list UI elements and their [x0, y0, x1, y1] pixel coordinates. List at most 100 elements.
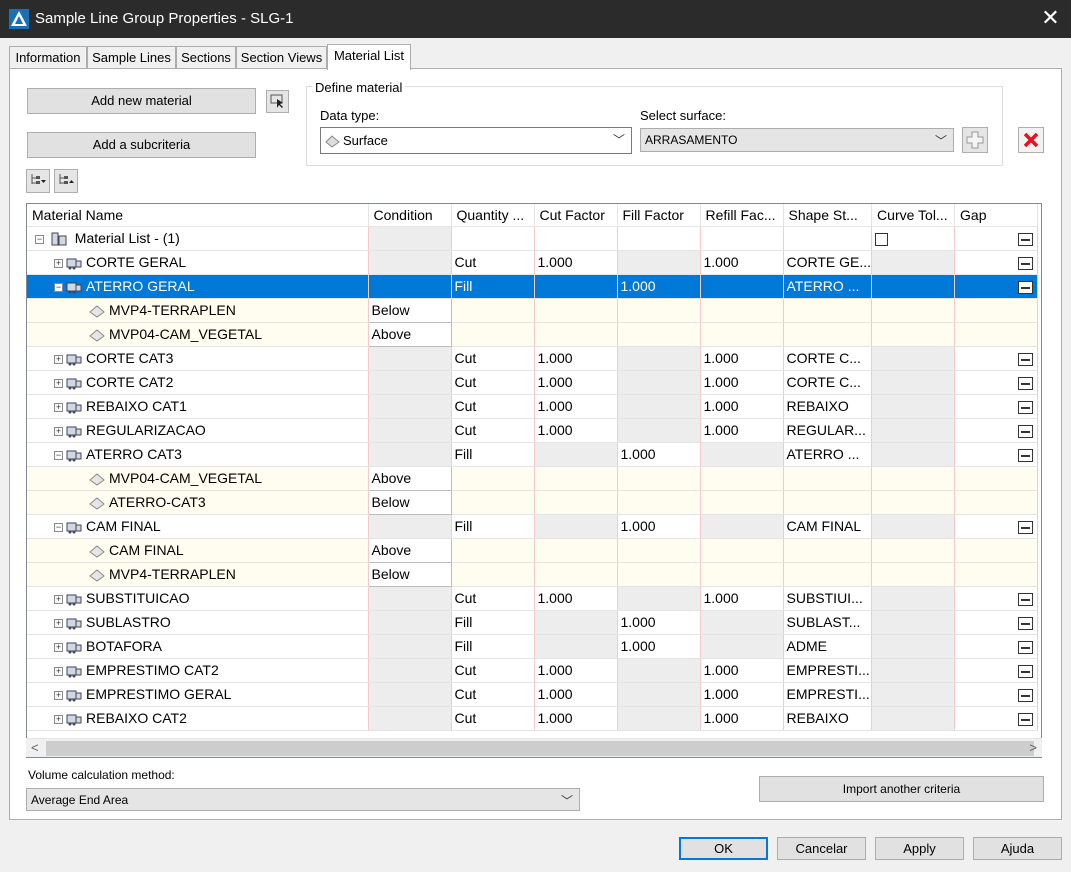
material-name-cell[interactable]: + REBAIXO CAT1	[27, 394, 369, 419]
quantity-type-cell[interactable]: Cut	[451, 250, 535, 275]
subcriteria-row[interactable]: CAM FINAL Above	[27, 537, 1039, 563]
subcriteria-name-cell[interactable]: CAM FINAL	[27, 538, 369, 563]
gap-toggle-icon[interactable]	[1018, 520, 1034, 534]
cancel-button[interactable]: Cancelar	[777, 837, 866, 860]
fill-factor-cell[interactable]	[617, 706, 701, 731]
expand-icon[interactable]: +	[54, 642, 63, 652]
shape-style-cell[interactable]: REBAIXO	[783, 394, 873, 419]
material-row[interactable]: − ATERRO GERAL Fill 1.000 ATERRO ...	[27, 274, 1039, 299]
shape-style-cell[interactable]: CORTE C...	[783, 346, 873, 371]
help-button[interactable]: Ajuda	[973, 837, 1062, 860]
material-name-cell[interactable]: − CAM FINAL	[27, 514, 369, 539]
quantity-type-cell[interactable]: Cut	[451, 394, 535, 419]
cut-factor-cell[interactable]	[534, 514, 618, 539]
material-row[interactable]: + REGULARIZACAO Cut 1.000 1.000 REGULAR...	[27, 418, 1039, 443]
cut-factor-cell[interactable]: 1.000	[534, 370, 618, 395]
material-row[interactable]: + REBAIXO CAT2 Cut 1.000 1.000 REBAIXO	[27, 706, 1039, 731]
subcriteria-row[interactable]: MVP04-CAM_VEGETAL Above	[27, 321, 1039, 347]
import-criteria-button[interactable]: Import another criteria	[759, 776, 1044, 802]
quantity-type-cell[interactable]: Cut	[451, 706, 535, 731]
refill-factor-cell[interactable]: 1.000	[700, 418, 784, 443]
cut-factor-cell[interactable]: 1.000	[534, 658, 618, 683]
ok-button[interactable]: OK	[679, 837, 768, 860]
fill-factor-cell[interactable]	[617, 346, 701, 371]
cut-factor-cell[interactable]: 1.000	[534, 706, 618, 731]
gap-toggle-icon[interactable]	[1018, 352, 1034, 366]
quantity-type-cell[interactable]: Cut	[451, 658, 535, 683]
shape-style-cell[interactable]: ATERRO ...	[783, 274, 873, 299]
refill-factor-cell[interactable]: 1.000	[700, 586, 784, 611]
material-name-cell[interactable]: + SUBSTITUICAO	[27, 586, 369, 611]
shape-style-cell[interactable]: REGULAR...	[783, 418, 873, 443]
tab-information[interactable]: Information	[9, 46, 87, 69]
refill-factor-cell[interactable]	[700, 634, 784, 659]
refill-factor-cell[interactable]: 1.000	[700, 682, 784, 707]
col-gap[interactable]: Gap	[954, 204, 1039, 227]
scroll-left-icon[interactable]: <	[31, 740, 39, 755]
add-surface-button[interactable]	[962, 127, 988, 153]
quantity-type-cell[interactable]: Fill	[451, 274, 535, 299]
cut-factor-cell[interactable]	[534, 442, 618, 467]
refill-factor-cell[interactable]	[700, 274, 784, 299]
refill-factor-cell[interactable]	[700, 442, 784, 467]
gap-toggle-icon[interactable]	[1018, 664, 1034, 678]
expand-icon[interactable]: +	[54, 594, 63, 604]
tab-sample-lines[interactable]: Sample Lines	[87, 46, 176, 69]
root-row[interactable]: − Material List - (1)	[27, 226, 1039, 251]
col-cut-factor[interactable]: Cut Factor	[534, 204, 618, 227]
quantity-type-cell[interactable]: Fill	[451, 610, 535, 635]
cut-factor-cell[interactable]: 1.000	[534, 682, 618, 707]
col-shape-style[interactable]: Shape St...	[783, 204, 873, 227]
cut-factor-cell[interactable]	[534, 634, 618, 659]
horizontal-scrollbar[interactable]: < >	[26, 738, 1042, 757]
material-name-cell[interactable]: + REBAIXO CAT2	[27, 706, 369, 731]
shape-style-cell[interactable]: EMPRESTI...	[783, 658, 873, 683]
quantity-type-cell[interactable]: Cut	[451, 418, 535, 443]
condition-cell[interactable]: Below	[367, 561, 452, 587]
fill-factor-cell[interactable]	[617, 394, 701, 419]
subcriteria-row[interactable]: MVP4-TERRAPLEN Below	[27, 561, 1039, 587]
expand-icon[interactable]: +	[54, 378, 63, 388]
gap-toggle-icon[interactable]	[1018, 400, 1034, 414]
expand-icon[interactable]: +	[54, 258, 63, 268]
material-row[interactable]: + BOTAFORA Fill 1.000 ADME	[27, 634, 1039, 659]
col-condition[interactable]: Condition	[368, 204, 452, 227]
data-type-select[interactable]: Surface ﹀	[320, 127, 632, 154]
gap-toggle-icon[interactable]	[1018, 640, 1034, 654]
cut-factor-cell[interactable]: 1.000	[534, 346, 618, 371]
gap-toggle-icon[interactable]	[1018, 448, 1034, 462]
gap-toggle-icon[interactable]	[1018, 424, 1034, 438]
quantity-type-cell[interactable]: Cut	[451, 346, 535, 371]
gap-toggle-icon[interactable]	[1018, 232, 1034, 246]
shape-style-cell[interactable]: CORTE GE...	[783, 250, 873, 275]
fill-factor-cell[interactable]: 1.000	[617, 634, 701, 659]
material-name-cell[interactable]: + REGULARIZACAO	[27, 418, 369, 443]
subcriteria-row[interactable]: MVP4-TERRAPLEN Below	[27, 297, 1039, 323]
col-refill-factor[interactable]: Refill Fac...	[700, 204, 784, 227]
condition-cell[interactable]: Above	[367, 537, 452, 563]
material-row[interactable]: + REBAIXO CAT1 Cut 1.000 1.000 REBAIXO	[27, 394, 1039, 419]
quantity-type-cell[interactable]: Fill	[451, 514, 535, 539]
material-name-cell[interactable]: + CORTE CAT3	[27, 346, 369, 371]
gap-toggle-icon[interactable]	[1018, 280, 1034, 294]
condition-cell[interactable]: Below	[367, 297, 452, 323]
fill-factor-cell[interactable]	[617, 682, 701, 707]
close-icon[interactable]: ✕	[1030, 0, 1071, 38]
material-row[interactable]: + SUBSTITUICAO Cut 1.000 1.000 SUBSTIUI...	[27, 586, 1039, 611]
refill-factor-cell[interactable]	[700, 514, 784, 539]
quantity-type-cell[interactable]: Cut	[451, 370, 535, 395]
condition-cell[interactable]: Above	[367, 321, 452, 347]
expand-icon[interactable]: +	[54, 690, 63, 700]
expand-icon[interactable]: +	[54, 618, 63, 628]
gap-toggle-icon[interactable]	[1018, 256, 1034, 270]
add-subcriteria-button[interactable]: Add a subcriteria	[27, 132, 256, 158]
expand-icon[interactable]: +	[54, 402, 63, 412]
material-name-cell[interactable]: + CORTE CAT2	[27, 370, 369, 395]
shape-style-cell[interactable]: CORTE C...	[783, 370, 873, 395]
collapse-icon[interactable]: −	[54, 282, 63, 292]
shape-style-cell[interactable]: SUBLAST...	[783, 610, 873, 635]
gap-toggle-icon[interactable]	[1018, 592, 1034, 606]
cut-factor-cell[interactable]	[534, 610, 618, 635]
refill-factor-cell[interactable]: 1.000	[700, 658, 784, 683]
material-row[interactable]: + CORTE CAT3 Cut 1.000 1.000 CORTE C...	[27, 346, 1039, 371]
